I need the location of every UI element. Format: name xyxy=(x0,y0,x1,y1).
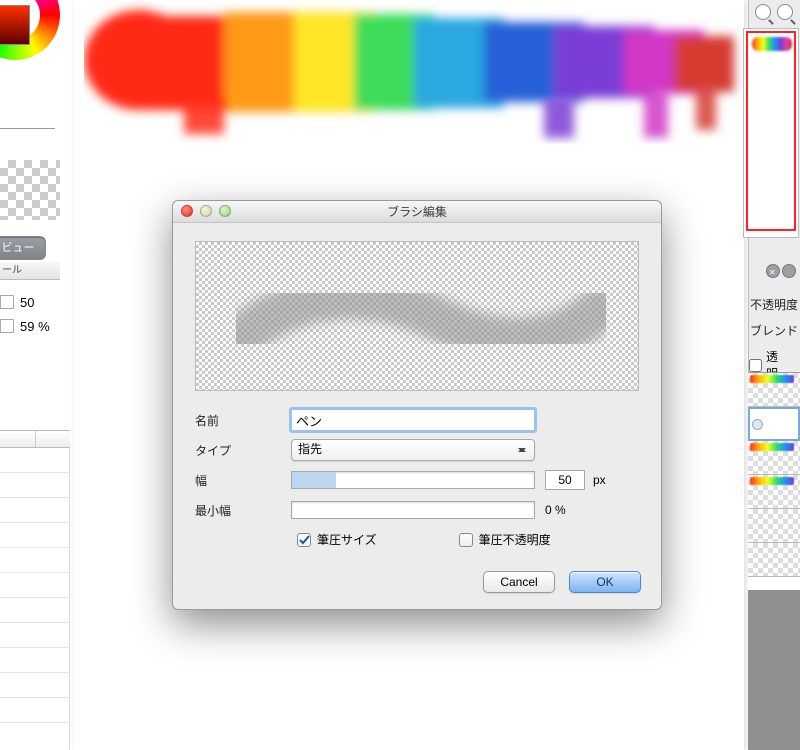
list-row[interactable] xyxy=(0,623,69,648)
chevron-updown-icon xyxy=(518,443,528,457)
width-label: 幅 xyxy=(195,472,291,489)
field-box-2[interactable] xyxy=(0,319,14,333)
width-unit: px xyxy=(593,473,606,487)
width-input[interactable] xyxy=(545,470,585,490)
list-header xyxy=(0,430,70,448)
width-slider[interactable] xyxy=(291,471,535,489)
ok-button[interactable]: OK xyxy=(569,571,641,593)
divider xyxy=(0,128,55,129)
dialog-titlebar[interactable]: ブラシ編集 xyxy=(173,201,661,223)
blend-label: ブレンド xyxy=(750,322,798,339)
navigator-thumbnail[interactable] xyxy=(743,28,799,238)
list-row[interactable] xyxy=(0,698,69,723)
brush-preview xyxy=(195,241,639,391)
layer-list[interactable] xyxy=(748,372,800,590)
list-row[interactable] xyxy=(0,598,69,623)
min-width-value: 0 % xyxy=(545,503,566,517)
panel-header: ール xyxy=(0,262,60,280)
type-select[interactable]: 指先 xyxy=(291,439,535,461)
layer-row[interactable] xyxy=(748,509,800,543)
min-width-slider[interactable] xyxy=(291,501,535,519)
checkmark-icon xyxy=(299,534,310,545)
field-box-1[interactable] xyxy=(0,295,14,309)
list-row[interactable] xyxy=(0,448,69,473)
layer-row[interactable] xyxy=(748,373,800,407)
list-row[interactable] xyxy=(0,573,69,598)
thumbnail-content xyxy=(752,37,792,51)
list-row[interactable] xyxy=(0,523,69,548)
layer-row[interactable] xyxy=(748,441,800,475)
pressure-size-checkbox[interactable] xyxy=(297,533,311,547)
navigator-viewport[interactable] xyxy=(746,31,796,231)
transparent-checkbox[interactable] xyxy=(749,359,762,372)
cancel-button[interactable]: Cancel xyxy=(483,571,555,593)
rainbow-stroke xyxy=(84,0,744,150)
layer-row[interactable] xyxy=(748,475,800,509)
field-value-2: 59 % xyxy=(20,319,50,334)
right-sidebar: 不透明度 ブレンド 透明 xyxy=(748,0,800,750)
brush-sample[interactable] xyxy=(0,160,60,220)
color-swatch[interactable] xyxy=(0,5,30,45)
list-row[interactable] xyxy=(0,498,69,523)
brush-edit-dialog: ブラシ編集 名前 タイプ 指先 幅 xyxy=(172,200,662,610)
type-label: タイプ xyxy=(195,442,291,459)
panel-close-icon[interactable] xyxy=(766,264,780,278)
pressure-size-label: 筆圧サイズ xyxy=(317,531,377,548)
type-value: 指先 xyxy=(298,442,322,456)
left-sidebar: ビュー ール 50 59 % xyxy=(0,0,70,750)
layer-row[interactable] xyxy=(748,543,800,577)
list-row[interactable] xyxy=(0,548,69,573)
pressure-opacity-label: 筆圧不透明度 xyxy=(479,531,551,548)
zoom-in-icon[interactable] xyxy=(755,4,771,20)
dialog-title: ブラシ編集 xyxy=(173,203,661,220)
list-body[interactable] xyxy=(0,448,70,750)
name-label: 名前 xyxy=(195,412,291,429)
pressure-opacity-checkbox[interactable] xyxy=(459,533,473,547)
name-input[interactable] xyxy=(291,409,535,431)
zoom-out-icon[interactable] xyxy=(777,4,793,20)
panel-collapse-icon[interactable] xyxy=(782,264,796,278)
opacity-label: 不透明度 xyxy=(750,296,798,313)
view-button[interactable]: ビュー xyxy=(0,236,46,260)
width-slider-fill xyxy=(292,472,336,488)
layer-list-empty xyxy=(748,590,800,750)
list-row[interactable] xyxy=(0,473,69,498)
field-value-1: 50 xyxy=(20,295,34,310)
layer-row[interactable] xyxy=(748,407,800,441)
list-row[interactable] xyxy=(0,673,69,698)
min-width-label: 最小幅 xyxy=(195,502,291,519)
list-row[interactable] xyxy=(0,648,69,673)
